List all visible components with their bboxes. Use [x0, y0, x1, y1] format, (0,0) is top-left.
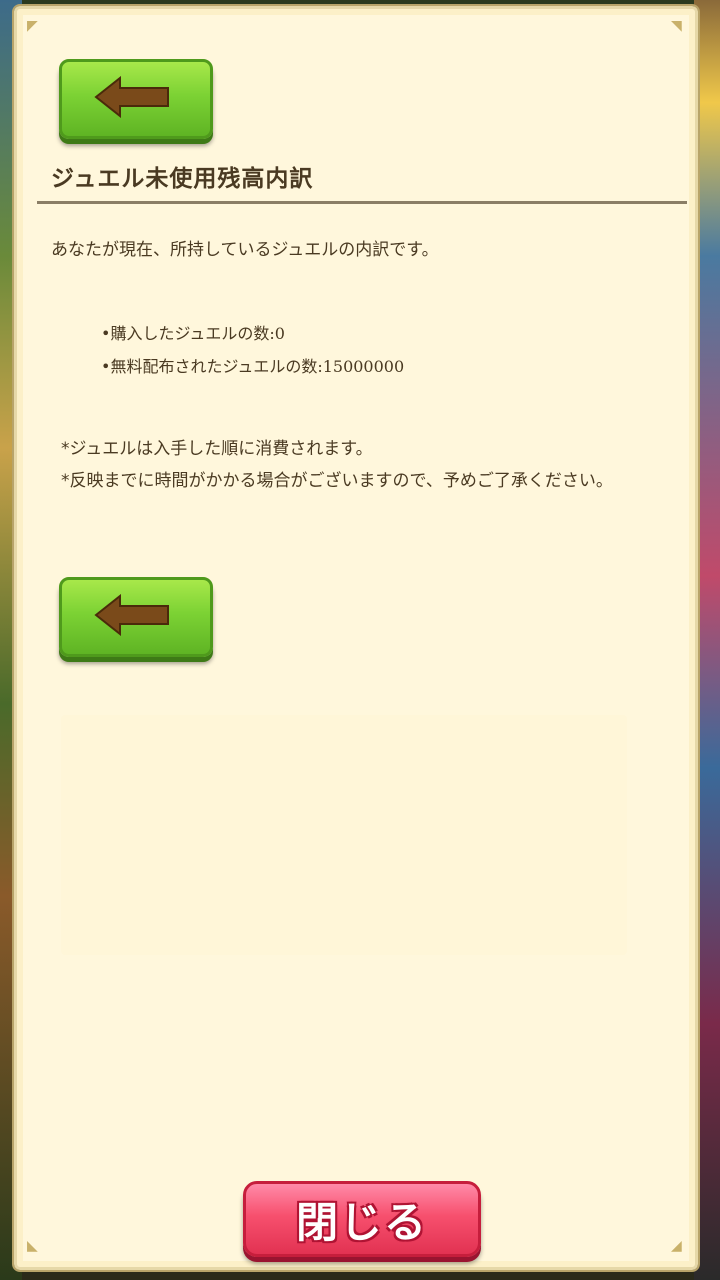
corner-ornament-icon: ◤ — [27, 18, 38, 34]
free-jewel-count: •無料配布されたジュエルの数:15000000 — [101, 357, 405, 376]
title-divider — [37, 201, 687, 204]
note-consumption-order: *ジュエルは入手した順に消費されます。 — [61, 439, 373, 459]
intro-text: あなたが現在、所持しているジュエルの内訳です。 — [51, 240, 439, 260]
jewel-balance-dialog: ◤ ◥ ◣ ◢ ジュエル未使用残高内訳 あなたが現在、所持しているジュエルの内訳… — [12, 4, 700, 1272]
corner-ornament-icon: ◥ — [671, 18, 682, 34]
close-button-label: 閉じる — [295, 1197, 428, 1247]
note-reflection-delay: *反映までに時間がかかる場合がございますので、予めご了承ください。 — [61, 471, 613, 491]
close-button[interactable]: 閉じる — [243, 1181, 481, 1257]
back-button-bottom[interactable] — [59, 577, 213, 657]
back-button-top[interactable] — [59, 59, 213, 139]
corner-ornament-icon: ◣ — [27, 1238, 38, 1254]
notes: *ジュエルは入手した順に消費されます。 *反映までに時間がかかる場合がございます… — [61, 433, 661, 497]
jewel-breakdown-list: •購入したジュエルの数:0 •無料配布されたジュエルの数:15000000 — [101, 317, 404, 383]
purchased-jewel-count: •購入したジュエルの数:0 — [101, 324, 285, 343]
empty-content-area — [61, 715, 627, 955]
page-title: ジュエル未使用残高内訳 — [51, 166, 314, 192]
corner-ornament-icon: ◢ — [671, 1238, 682, 1254]
